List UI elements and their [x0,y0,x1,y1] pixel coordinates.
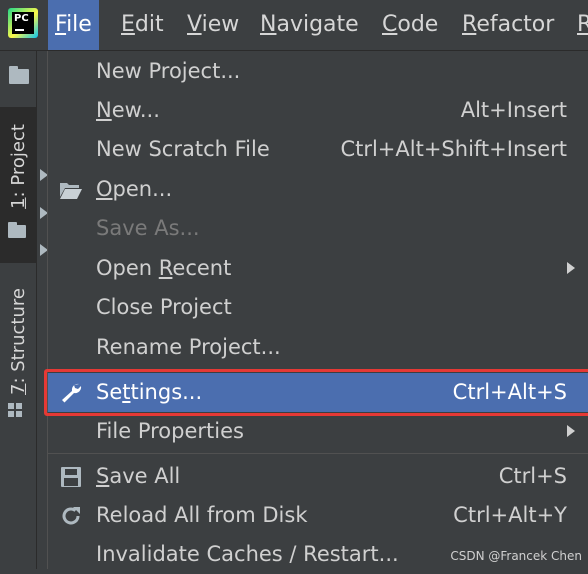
menu-item-reload-all[interactable]: Reload All from Disk Ctrl+Alt+Y [48,496,588,535]
menu-item-settings[interactable]: Settings... Ctrl+Alt+S [44,369,588,416]
menu-item-file-properties[interactable]: File Properties [48,412,588,451]
menu-file[interactable]: File [48,0,99,50]
project-folder-icon [8,222,26,238]
structure-tab-label: : Structure [7,287,29,384]
menu-item-new-scratch-file[interactable]: New Scratch File Ctrl+Alt+Shift+Insert [48,130,588,169]
open-folder-icon [60,183,82,199]
structure-tab-mnemonic: 7 [7,383,29,395]
structure-icon [8,403,24,419]
menu-code[interactable]: Code [375,0,445,50]
tool-window-strip: 1: Project 7: Structure [0,51,37,569]
menu-item-rename-project[interactable]: Rename Project... [48,328,588,367]
watermark-text: CSDN @Francek Chen [450,549,582,563]
menu-refactor[interactable]: Refactor [455,0,561,50]
file-menu-dropdown: New Project... New... Alt+Insert New Scr… [44,51,588,569]
shortcut-ctrl-alt-s: Ctrl+Alt+S [452,380,567,404]
save-icon [61,467,81,487]
project-tab-mnemonic: 1 [7,196,29,209]
menu-item-open[interactable]: Open... [48,170,588,209]
menu-view[interactable]: View [180,0,246,50]
wrench-icon [62,383,82,403]
menu-run-partial[interactable]: R [570,0,588,50]
menu-navigate[interactable]: Navigate [253,0,366,50]
submenu-arrow-icon [567,262,575,274]
menu-edit[interactable]: Edit [114,0,171,50]
menu-item-close-project[interactable]: Close Project [48,288,588,327]
shortcut-new-scratch: Ctrl+Alt+Shift+Insert [340,137,567,161]
pycharm-logo-icon: PC [8,8,38,38]
menu-bar: PC File Edit View Navigate Code Refactor… [0,0,588,51]
menu-item-open-recent[interactable]: Open Recent [48,249,588,288]
toolbar-folder-icon[interactable] [0,51,36,97]
project-tab-label: : Project [7,123,29,197]
reload-icon [62,507,80,525]
menu-item-new-project[interactable]: New Project... [48,52,588,91]
shortcut-alt-insert: Alt+Insert [460,98,567,122]
menu-separator [48,369,588,370]
submenu-arrow-icon [567,425,575,437]
menu-item-save-as: Save As... [96,216,200,240]
logo-text: PC [14,13,29,24]
menu-item-new[interactable]: New... Alt+Insert [48,91,588,130]
project-tool-tab[interactable]: 1: Project [0,107,36,263]
shortcut-ctrl-alt-y: Ctrl+Alt+Y [453,503,567,527]
shortcut-ctrl-s: Ctrl+S [498,464,567,488]
structure-tool-tab[interactable]: 7: Structure [0,279,36,429]
menu-separator [48,453,588,454]
menu-item-save-all[interactable]: Save All Ctrl+S [48,457,588,496]
